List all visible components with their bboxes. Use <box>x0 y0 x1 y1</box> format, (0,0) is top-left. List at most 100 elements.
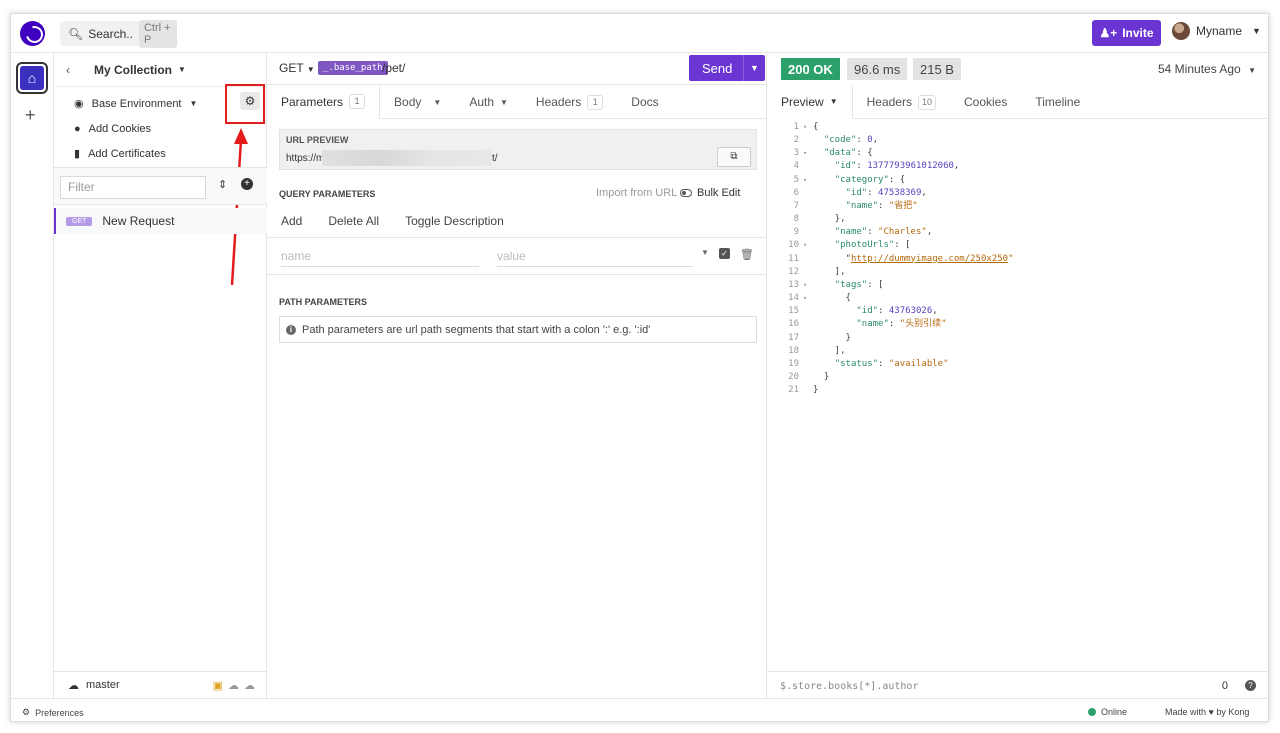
response-history-dropdown[interactable]: 54 Minutes Ago ▼ <box>1158 62 1256 76</box>
branch-name: master <box>86 679 120 691</box>
tab-label: Body <box>394 95 422 109</box>
delete-all-button[interactable]: Delete All <box>328 214 379 228</box>
add-user-icon: ♟+ <box>1099 26 1118 40</box>
chevron-down-icon[interactable]: ▼ <box>701 248 709 261</box>
search-button[interactable]: 🔍︎ Search.. Ctrl + P <box>60 19 177 48</box>
send-dropdown-icon[interactable]: ▼ <box>743 55 765 81</box>
search-icon: 🔍︎ <box>68 26 84 41</box>
tab-preview[interactable]: Preview ▼ <box>767 85 853 119</box>
chevron-down-icon: ▼ <box>189 99 198 108</box>
url-preview-label: URL PREVIEW <box>286 135 349 145</box>
tab-label: Docs <box>631 95 659 109</box>
app-logo-icon[interactable] <box>20 21 45 46</box>
sort-icon[interactable]: ⇕ <box>218 178 227 191</box>
info-icon: i <box>286 324 296 335</box>
toggle-description-button[interactable]: Toggle Description <box>405 214 504 228</box>
invite-label: Invite <box>1122 26 1154 40</box>
cloud-upload-icon[interactable]: ☁ <box>244 679 255 692</box>
globe-icon: ◉ <box>74 98 84 110</box>
response-time-badge: 96.6 ms <box>847 58 908 80</box>
app-window: 🔍︎ Search.. Ctrl + P ♟+ Invite Myname ▼ … <box>10 13 1269 722</box>
response-tabs: Preview ▼ Headers 10 Cookies Timeline <box>767 85 1268 119</box>
request-pane: GET ▼ _.base_path /pet/ Send ▼ Parameter… <box>267 53 767 698</box>
response-json-viewer[interactable]: 1 ▾{ 2 "code": 0, 3 ▾ "data": { 4 "id": 13… <box>767 121 1268 397</box>
import-from-url-link[interactable]: Import from URL <box>596 187 677 199</box>
search-shortcut: Ctrl + P <box>138 19 177 48</box>
tab-timeline[interactable]: Timeline <box>1021 85 1094 119</box>
response-age: 54 Minutes Ago <box>1158 62 1241 76</box>
request-tabs: Parameters 1 Body ▼ Auth ▼ Headers 1 Docs <box>267 85 767 119</box>
tab-headers[interactable]: Headers 1 <box>522 85 617 119</box>
help-icon[interactable]: ? <box>1245 680 1256 691</box>
base-path-tag[interactable]: _.base_path <box>318 61 388 75</box>
bulk-edit-label: Bulk Edit <box>697 187 741 199</box>
bulk-edit-toggle[interactable]: Bulk Edit <box>680 187 740 199</box>
collection-header[interactable]: ‹ My Collection ▼ <box>54 53 266 87</box>
request-item[interactable]: GET New Request <box>54 208 267 234</box>
filter-input[interactable]: Filter <box>60 176 206 199</box>
online-label: Online <box>1101 707 1128 717</box>
tab-count: 1 <box>349 94 366 109</box>
path-parameters-title: PATH PARAMETERS <box>279 297 368 307</box>
search-label: Search.. <box>88 26 133 41</box>
redacted-url <box>322 150 492 166</box>
back-chevron-icon[interactable]: ‹ <box>66 63 70 77</box>
invite-button[interactable]: ♟+ Invite <box>1092 20 1161 46</box>
add-project-icon[interactable]: + <box>25 105 36 126</box>
trash-icon[interactable]: 🗑︎ <box>740 248 754 261</box>
tab-body[interactable]: Body ▼ <box>380 85 455 119</box>
path-info-box: i Path parameters are url path segments … <box>279 316 757 343</box>
url-preview: URL PREVIEW https://m t/ ⧉ <box>279 129 757 170</box>
path-info-text: Path parameters are url path segments th… <box>302 323 651 336</box>
left-rail: ⌂ + <box>11 53 54 698</box>
avatar <box>1172 22 1190 40</box>
base-environment-label: Base Environment <box>91 97 182 110</box>
online-status: Online <box>1088 707 1127 717</box>
send-label: Send <box>702 60 733 76</box>
annotation-highlight-box <box>225 84 265 124</box>
method-select[interactable]: GET ▼ <box>279 61 315 75</box>
param-name-input[interactable]: name <box>281 249 479 267</box>
home-button[interactable]: ⌂ <box>16 62 48 94</box>
tab-docs[interactable]: Docs <box>617 85 672 119</box>
method-badge: GET <box>66 216 93 226</box>
param-value-input[interactable]: value <box>497 249 693 267</box>
add-cookies-label: Add Cookies <box>88 122 152 135</box>
copy-icon: ⧉ <box>730 151 738 162</box>
chevron-down-icon: ▼ <box>1252 26 1261 36</box>
tab-count: 1 <box>587 94 604 110</box>
add-item-icon[interactable]: + <box>241 178 253 190</box>
tab-count: 10 <box>917 94 936 110</box>
tab-label: Parameters <box>281 94 344 109</box>
chevron-down-icon: ▼ <box>178 65 186 74</box>
tab-response-headers[interactable]: Headers 10 <box>853 85 950 119</box>
collection-title: My Collection <box>94 62 173 77</box>
url-path[interactable]: /pet/ <box>382 61 405 75</box>
status-badge: 200 OK <box>781 58 840 80</box>
git-branch-bar[interactable]: ☁ master ▣ ☁ ☁ <box>54 671 267 698</box>
chevron-down-icon: ▼ <box>829 97 838 106</box>
tab-label: Cookies <box>963 95 1008 109</box>
tab-cookies[interactable]: Cookies <box>950 85 1021 119</box>
tab-parameters[interactable]: Parameters 1 <box>267 85 381 119</box>
user-menu[interactable]: Myname ▼ <box>1172 22 1261 40</box>
response-filter-placeholder: $.store.books[*].author <box>780 681 919 692</box>
cookie-icon: ● <box>74 122 81 135</box>
request-name: New Request <box>102 214 175 228</box>
tab-auth[interactable]: Auth ▼ <box>455 85 522 119</box>
made-with-kong-link[interactable]: Made with ♥ by Kong <box>1165 707 1249 717</box>
enable-checkbox[interactable]: ✓ <box>718 248 730 259</box>
copy-button[interactable]: ⧉ <box>717 147 751 167</box>
send-button[interactable]: Send ▼ <box>689 55 765 81</box>
tab-label: Auth <box>469 95 494 109</box>
query-parameters-title: QUERY PARAMETERS <box>279 189 376 199</box>
package-icon[interactable]: ▣ <box>213 679 223 692</box>
response-filter-input[interactable]: $.store.books[*].author 0 ? <box>767 671 1268 698</box>
cloud-download-icon[interactable]: ☁ <box>228 679 239 692</box>
preferences-button[interactable]: ⚙ Preferences <box>22 707 84 718</box>
tab-label: Preview <box>781 94 824 109</box>
add-param-button[interactable]: Add <box>281 214 302 228</box>
gear-icon: ⚙ <box>22 707 31 717</box>
tab-label: Headers <box>535 95 582 109</box>
sidebar: ‹ My Collection ▼ ◉ Base Environment ▼ ●… <box>54 53 267 698</box>
